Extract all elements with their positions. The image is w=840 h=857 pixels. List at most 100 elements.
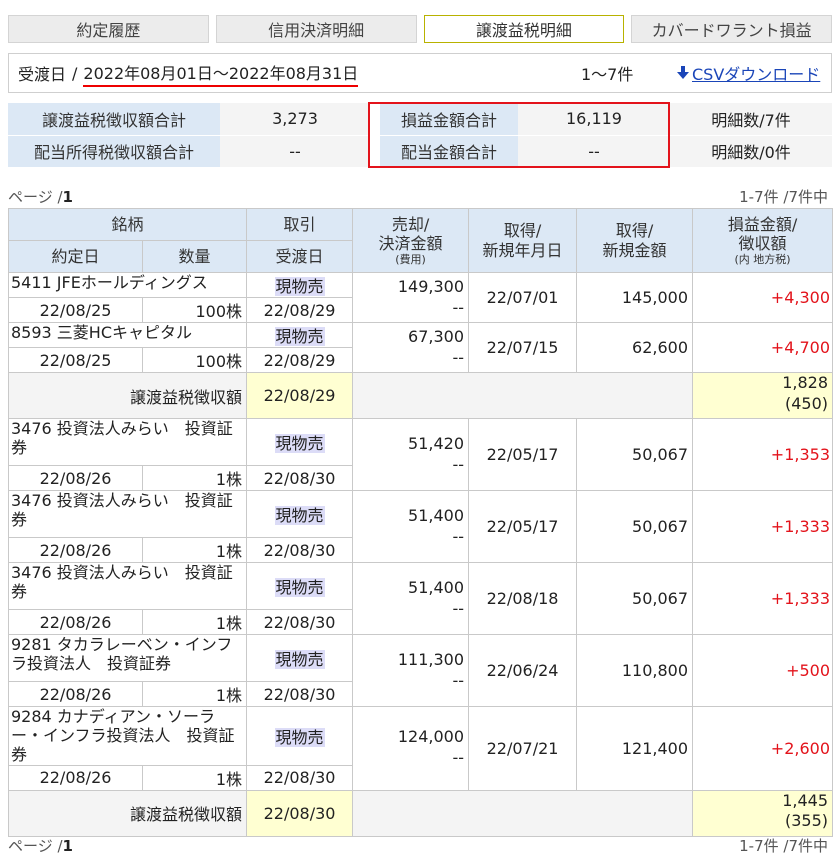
acquire-date: 22/08/18	[468, 562, 578, 635]
trade-date: 22/08/26	[8, 609, 143, 635]
trade-date: 22/08/26	[8, 681, 143, 707]
settle-date: 22/08/30	[246, 764, 354, 791]
pl-amount: +2,600	[692, 706, 834, 791]
detail-count-1: 明細数/7件	[670, 103, 832, 136]
header-trade-date: 約定日	[8, 240, 143, 273]
dividend-total-value: --	[518, 135, 670, 168]
quantity: 1株	[141, 764, 248, 791]
table-row: 8593 三菱HCキャピタル 現物売 67,300 -- 22/07/15 62,600 +…	[7, 322, 834, 373]
sell-amount: 51,400 --	[352, 490, 470, 563]
subtotal-empty	[352, 372, 694, 419]
pager-bottom: ページ /1 1-7件 /7件中	[8, 835, 832, 856]
date-separator: /	[72, 63, 78, 83]
tax-total-value: 3,273	[220, 103, 370, 136]
trade-type: 現物売	[246, 418, 354, 466]
page-range: 1-7件 /7件中	[739, 837, 828, 855]
acquire-date: 22/07/21	[468, 706, 578, 791]
pl-amount: +1,353	[692, 418, 834, 491]
trade-type: 現物売	[246, 634, 354, 682]
download-icon	[677, 66, 689, 79]
header-acquire-amount: 取得/新規金額	[576, 208, 694, 273]
trade-type: 現物売	[246, 322, 354, 348]
brand-name: 9284 カナディアン・ソーラー・インフラ投資法人 投資証券	[7, 706, 248, 766]
quantity: 100株	[141, 347, 248, 373]
acquire-amount: 50,067	[576, 490, 694, 563]
tab-trade-history[interactable]: 約定履歴	[8, 15, 209, 43]
tab-margin-settlement[interactable]: 信用決済明細	[215, 15, 417, 43]
pl-amount: +1,333	[692, 490, 834, 563]
date-filter-bar: 受渡日 / 2022年08月01日〜2022年08月31日 1〜7件 CSVダウ…	[8, 53, 832, 93]
trade-type: 現物売	[246, 706, 354, 766]
settle-date: 22/08/30	[246, 609, 354, 635]
table-row: 9284 カナディアン・ソーラー・インフラ投資法人 投資証券 現物売 124,000…	[7, 706, 834, 791]
trade-date: 22/08/26	[8, 465, 143, 491]
acquire-date: 22/05/17	[468, 490, 578, 563]
page-number: 1	[62, 188, 73, 206]
subtotal-amount: 1,445 (355)	[692, 789, 834, 837]
brand-name: 9281 タカラレーベン・インフラ投資法人 投資証券	[7, 634, 248, 682]
trade-date: 22/08/25	[8, 347, 143, 373]
table-row: 3476 投資法人みらい 投資証券 現物売 51,420 -- 22/05/17 50,0…	[7, 418, 834, 491]
tab-bar: 約定履歴 信用決済明細 譲渡益税明細 カバードワラント損益	[8, 15, 832, 43]
subtotal-amount: 1,828 (450)	[692, 372, 834, 419]
page-label: ページ /	[8, 188, 63, 206]
pl-total-label: 損益金額合計	[380, 103, 518, 136]
trade-date: 22/08/25	[8, 297, 143, 323]
tab-covered-warrant[interactable]: カバードワラント損益	[631, 15, 832, 43]
brand-name: 3476 投資法人みらい 投資証券	[7, 490, 248, 538]
acquire-date: 22/06/24	[468, 634, 578, 707]
brand-name: 3476 投資法人みらい 投資証券	[7, 562, 248, 610]
dividend-total-label: 配当金額合計	[380, 135, 518, 168]
settle-date: 22/08/30	[246, 681, 354, 707]
table-row: 3476 投資法人みらい 投資証券 現物売 51,400 -- 22/05/17 50,0…	[7, 490, 834, 563]
sell-amount: 124,000 --	[352, 706, 470, 791]
quantity: 100株	[141, 297, 248, 323]
pl-amount: +1,333	[692, 562, 834, 635]
subtotal-label: 譲渡益税徴収額	[7, 789, 248, 837]
settle-date: 22/08/30	[246, 465, 354, 491]
acquire-date: 22/07/15	[468, 322, 578, 373]
csv-download-link[interactable]: CSVダウンロード	[677, 61, 820, 85]
trade-type: 現物売	[246, 272, 354, 298]
acquire-amount: 62,600	[576, 322, 694, 373]
acquire-date: 22/07/01	[468, 272, 578, 323]
pager-top: ページ /1 1-7件 /7件中	[8, 186, 832, 207]
subtotal-row: 譲渡益税徴収額 22/08/29 1,828 (450)	[7, 372, 834, 419]
settle-date: 22/08/30	[246, 537, 354, 563]
header-brand: 銘柄	[7, 208, 248, 241]
brand-name: 8593 三菱HCキャピタル	[7, 322, 248, 348]
page-number: 1	[62, 837, 73, 855]
header-settle-date: 受渡日	[246, 240, 354, 273]
table-row: 5411 JFEホールディングス 現物売 149,300 -- 22/07/01 145,…	[7, 272, 834, 323]
acquire-amount: 121,400	[576, 706, 694, 791]
acquire-amount: 50,067	[576, 562, 694, 635]
acquire-amount: 110,800	[576, 634, 694, 707]
acquire-date: 22/05/17	[468, 418, 578, 491]
quantity: 1株	[141, 681, 248, 707]
brand-name: 3476 投資法人みらい 投資証券	[7, 418, 248, 466]
quantity: 1株	[141, 465, 248, 491]
sell-amount: 67,300 --	[352, 322, 470, 373]
sell-amount: 149,300 --	[352, 272, 470, 323]
trade-date: 22/08/26	[8, 537, 143, 563]
settle-date: 22/08/29	[246, 347, 354, 373]
settle-date-label: 受渡日	[18, 65, 67, 84]
header-sell-amount: 売却/決済金額 (費用)	[352, 208, 470, 273]
tab-capital-gains-tax[interactable]: 譲渡益税明細	[423, 15, 625, 43]
date-range: 2022年08月01日〜2022年08月31日	[83, 60, 359, 87]
dividend-tax-value: --	[220, 135, 370, 168]
header-quantity: 数量	[141, 240, 248, 273]
summary-table: 譲渡益税徴収額合計 3,273 損益金額合計 16,119 明細数/7件 配当所…	[8, 103, 832, 168]
result-count: 1〜7件	[581, 65, 634, 84]
pl-total-value: 16,119	[518, 103, 670, 136]
subtotal-date: 22/08/29	[246, 372, 354, 419]
page-label: ページ /	[8, 837, 63, 855]
subtotal-empty	[352, 789, 694, 837]
detail-table: 銘柄 取引 売却/決済金額 (費用) 取得/新規年月日 取得/新規金額 損益金額/…	[7, 208, 834, 837]
acquire-amount: 50,067	[576, 418, 694, 491]
subtotal-date: 22/08/30	[246, 789, 354, 837]
acquire-amount: 145,000	[576, 272, 694, 323]
subtotal-label: 譲渡益税徴収額	[7, 372, 248, 419]
sell-amount: 51,420 --	[352, 418, 470, 491]
header-pl-amount: 損益金額/徴収額 (内 地方税)	[692, 208, 834, 273]
